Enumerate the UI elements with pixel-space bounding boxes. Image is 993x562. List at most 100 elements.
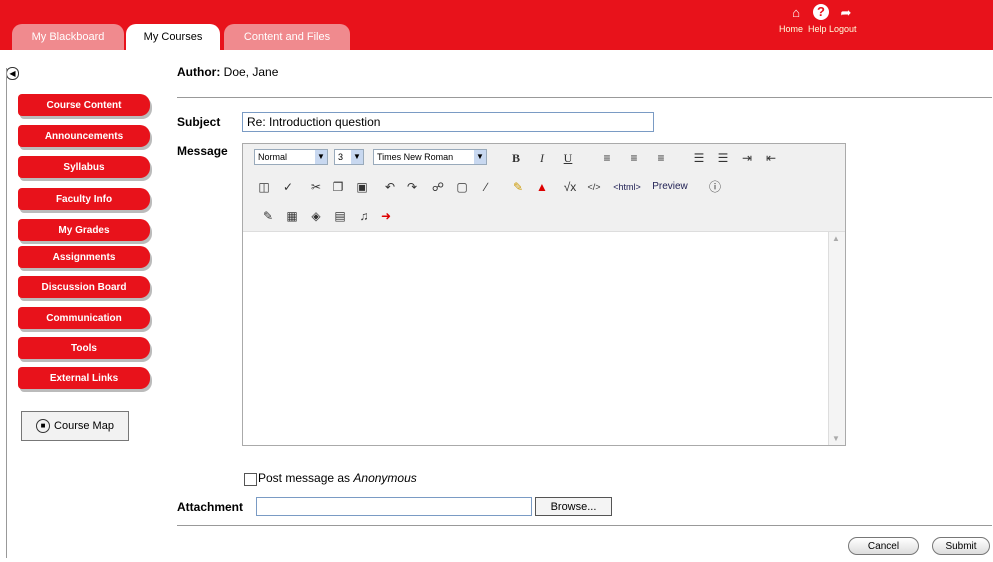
tab-label: Content and Files: [243, 31, 331, 43]
anonymous-label-em: Anonymous: [353, 471, 417, 485]
attachment-label: Attachment: [177, 500, 244, 514]
map-icon: ■: [36, 419, 51, 433]
sidebar-item-assignments[interactable]: Assignments: [18, 246, 150, 268]
size-select-value: 3: [338, 152, 344, 162]
home-link[interactable]: Home: [779, 24, 803, 34]
size-select[interactable]: 3 ▼: [334, 149, 364, 165]
chevron-down-icon: ▼: [315, 150, 327, 164]
equation-icon[interactable]: √x: [561, 179, 579, 195]
sidebar-item-discussion-board[interactable]: Discussion Board: [18, 276, 150, 298]
anonymous-checkbox[interactable]: [244, 473, 257, 486]
sidebar-item-label: Announcements: [44, 130, 124, 142]
paste-icon[interactable]: ▣: [355, 179, 369, 195]
home-icon[interactable]: ⌂: [787, 4, 805, 22]
link-icon[interactable]: ☍: [431, 179, 445, 195]
sidebar-item-label: Syllabus: [63, 161, 105, 173]
help-icon[interactable]: ⓘ: [708, 179, 722, 195]
attach-file-icon[interactable]: ✎: [261, 208, 275, 224]
author-line: Author: Doe, Jane: [177, 65, 278, 79]
spellcheck-icon[interactable]: ✓: [281, 179, 295, 195]
scrollbar[interactable]: ▲ ▼: [828, 232, 845, 445]
sidebar-item-tools[interactable]: Tools: [18, 337, 150, 359]
underline-icon[interactable]: U: [561, 150, 575, 166]
message-textarea[interactable]: [243, 232, 828, 445]
message-editor: Normal ▼ 3 ▼ Times New Roman ▼ B I U ≡ ≡ ≡ …: [242, 143, 846, 446]
sidebar-item-label: Faculty Info: [55, 193, 113, 205]
sidebar-item-label: Assignments: [52, 251, 116, 263]
anonymous-label: Post message as Anonymous: [258, 471, 417, 485]
format-select[interactable]: Normal ▼: [254, 149, 328, 165]
sidebar-item-label: Tools: [71, 342, 97, 354]
align-right-icon[interactable]: ≡: [654, 150, 668, 166]
redo-icon[interactable]: ↷: [405, 179, 419, 195]
sidebar-item-faculty-info[interactable]: Faculty Info: [18, 188, 150, 210]
cut-icon[interactable]: ✂: [309, 179, 323, 195]
tab-my-courses[interactable]: My Courses: [126, 24, 220, 50]
sidebar-item-label: My Grades: [58, 224, 110, 236]
anonymous-label-prefix: Post message as: [258, 471, 354, 485]
align-center-icon[interactable]: ≡: [627, 150, 641, 166]
font-select[interactable]: Times New Roman ▼: [373, 149, 487, 165]
highlight-icon[interactable]: ✎: [511, 179, 525, 195]
document-icon[interactable]: ▤: [333, 208, 347, 224]
sidebar-item-syllabus[interactable]: Syllabus: [18, 156, 150, 178]
sidebar-item-label: External Links: [49, 372, 119, 384]
chevron-down-icon: ▼: [474, 150, 486, 164]
code-icon[interactable]: </>: [585, 179, 603, 195]
course-map-label: Course Map: [54, 420, 114, 432]
tab-content-and-files[interactable]: Content and Files: [224, 24, 350, 50]
sidebar-item-announcements[interactable]: Announcements: [18, 125, 150, 147]
scroll-up-icon[interactable]: ▲: [832, 234, 840, 243]
html-button[interactable]: <html>: [607, 179, 647, 195]
top-banner: My Blackboard My Courses Content and Fil…: [0, 0, 993, 50]
logout-link[interactable]: Logout: [829, 24, 857, 34]
editor-toolbar-format: Normal ▼ 3 ▼ Times New Roman ▼ B I U ≡ ≡ ≡ …: [243, 144, 845, 174]
sidebar-item-course-content[interactable]: Course Content: [18, 94, 150, 116]
editor-toolbar-insert: ✎ ▦ ◈ ▤ ♫ ➜: [243, 202, 845, 232]
sidebar-item-external-links[interactable]: External Links: [18, 367, 150, 389]
scroll-down-icon[interactable]: ▼: [832, 434, 840, 443]
print-preview-icon[interactable]: ◫: [257, 179, 271, 195]
sidebar-item-label: Communication: [46, 312, 122, 324]
tab-my-blackboard[interactable]: My Blackboard: [12, 24, 124, 50]
numbered-list-icon[interactable]: ☰: [692, 150, 706, 166]
author-value: Doe, Jane: [223, 65, 279, 79]
sidebar-item-label: Discussion Board: [41, 281, 127, 293]
outdent-icon[interactable]: ⇤: [764, 150, 778, 166]
submit-button[interactable]: Submit: [932, 537, 990, 555]
font-select-value: Times New Roman: [377, 152, 454, 162]
cancel-button[interactable]: Cancel: [848, 537, 919, 555]
audio-icon[interactable]: ♫: [357, 208, 371, 224]
attachment-input[interactable]: [256, 497, 532, 516]
italic-icon[interactable]: I: [535, 150, 549, 166]
bulleted-list-icon[interactable]: ☰: [716, 150, 730, 166]
message-label: Message: [177, 144, 228, 158]
line-icon[interactable]: ∕: [479, 179, 493, 195]
divider: [177, 525, 992, 526]
align-left-icon[interactable]: ≡: [600, 150, 614, 166]
browse-button[interactable]: Browse...: [535, 497, 612, 516]
bold-icon[interactable]: B: [509, 150, 523, 166]
preview-button[interactable]: Preview: [647, 179, 693, 195]
help-link[interactable]: Help: [808, 24, 827, 34]
divider: [177, 97, 992, 98]
sidebar-item-communication[interactable]: Communication: [18, 307, 150, 329]
subject-label: Subject: [177, 115, 221, 129]
media-icon[interactable]: ◈: [309, 208, 323, 224]
subject-input[interactable]: [242, 112, 654, 132]
sidebar-item-my-grades[interactable]: My Grades: [18, 219, 150, 241]
course-map-button[interactable]: ■ Course Map: [21, 411, 129, 441]
tab-label: My Blackboard: [31, 31, 105, 43]
image-icon[interactable]: ▦: [285, 208, 299, 224]
format-select-value: Normal: [258, 152, 288, 162]
indent-icon[interactable]: ⇥: [740, 150, 754, 166]
flash-icon[interactable]: ➜: [379, 208, 393, 224]
logout-icon[interactable]: ➦: [837, 4, 855, 22]
collapse-menu-icon[interactable]: ◀: [6, 67, 19, 80]
author-label: Author:: [177, 65, 221, 79]
table-icon[interactable]: ▢: [455, 179, 469, 195]
help-icon[interactable]: ?: [813, 4, 829, 20]
copy-icon[interactable]: ❐: [331, 179, 345, 195]
font-color-icon[interactable]: ▲: [535, 179, 549, 195]
undo-icon[interactable]: ↶: [383, 179, 397, 195]
